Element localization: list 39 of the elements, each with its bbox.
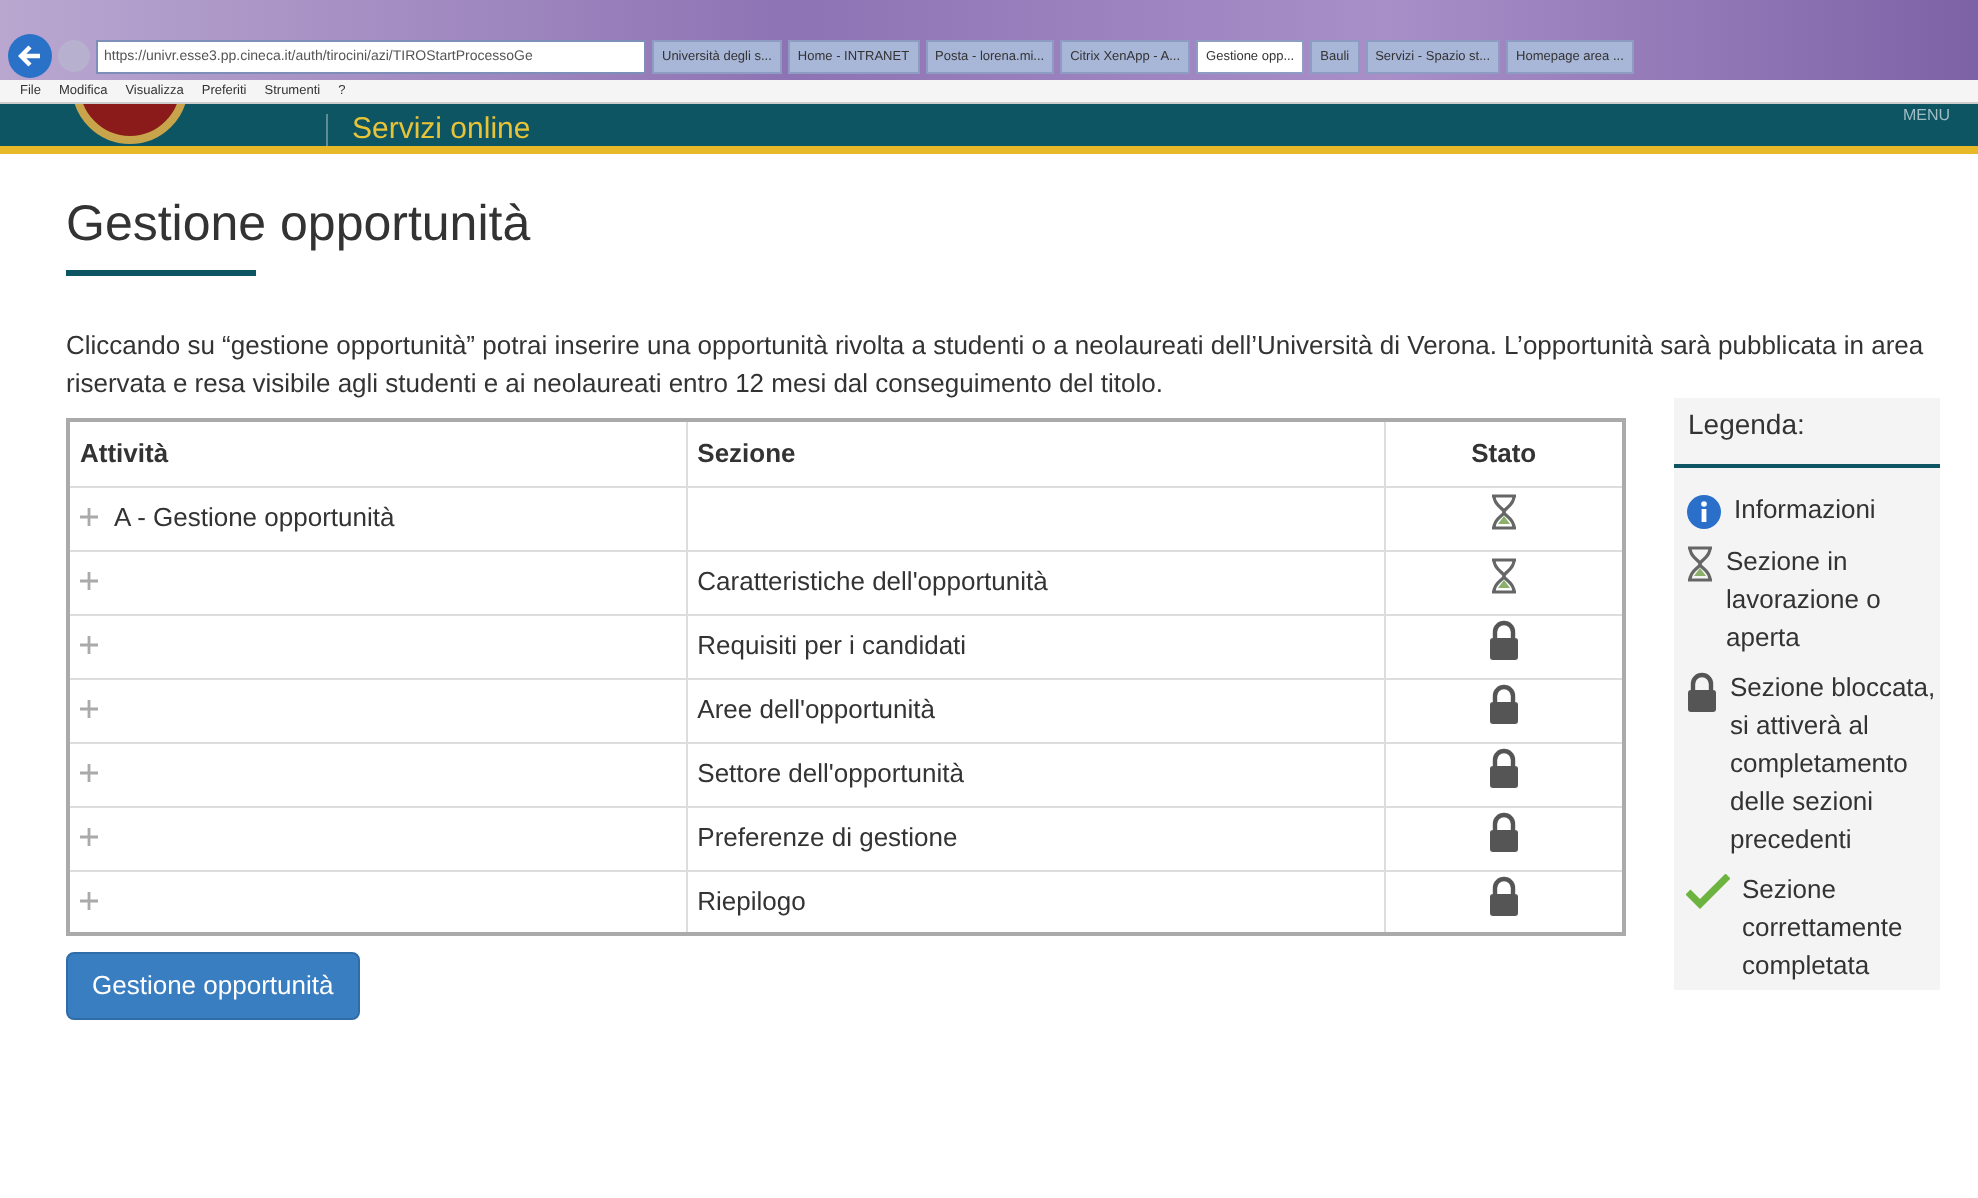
table-cell: Caratteristiche dell'opportunità <box>697 566 1048 597</box>
lock-icon <box>1487 876 1520 916</box>
page-title: Gestione opportunità <box>66 194 533 254</box>
hourglass-icon <box>1489 558 1518 595</box>
table-cell: Requisiti per i candidati <box>697 630 967 661</box>
table-cell: Preferenze di gestione <box>697 822 958 853</box>
plus-icon[interactable] <box>80 764 98 783</box>
menu-link[interactable]: MENU <box>1902 104 1950 128</box>
plus-icon[interactable] <box>80 508 98 527</box>
intro-text: Cliccando su “gestione opportunità” potrai inserire una opportunità rivolta a studenti o a neolaureati dell’Università di Verona. L’opportunità sarà pubblicata in area riservata e resa visibile agli studenti e ai neolaureati entro 12 mesi dal conseguimento del titolo. <box>66 328 1926 402</box>
legend-text: Sezione in lavorazione o aperta <box>1726 544 1883 656</box>
table-cell: Settore dell'opportunità <box>697 758 964 789</box>
table-cell: A - Gestione opportunità <box>114 502 395 533</box>
legend-title: Legenda: <box>1674 404 1940 468</box>
table-cell: Riepilogo <box>697 886 806 916</box>
site-subtitle: Servizi online <box>326 114 531 146</box>
info-icon <box>1686 494 1722 530</box>
hourglass-icon <box>1489 494 1518 531</box>
lock-icon <box>1487 620 1520 661</box>
plus-icon[interactable] <box>80 572 98 591</box>
lock-icon <box>1487 812 1520 853</box>
column-header: Attività <box>68 420 687 486</box>
hourglass-icon <box>1686 546 1714 582</box>
arrow-icon <box>18 44 42 68</box>
lock-icon <box>1686 672 1718 712</box>
lock-icon <box>1487 748 1520 789</box>
plus-icon[interactable] <box>80 636 98 655</box>
plus-icon[interactable] <box>80 892 98 910</box>
legend-text: Informazioni <box>1734 492 1876 528</box>
check-icon <box>1686 874 1730 910</box>
primary-button[interactable]: Gestione opportunità <box>66 952 360 1019</box>
column-header: Sezione <box>686 420 1385 486</box>
back-button[interactable] <box>8 34 52 78</box>
legend-text: Sezione correttamente completata <box>1742 872 1905 984</box>
legend-text: Sezione bloccata, si attiverà al completamento delle sezioni precedenti <box>1730 670 1938 858</box>
lock-icon <box>1487 684 1520 725</box>
table-cell: Aree dell'opportunità <box>697 694 935 725</box>
plus-icon[interactable] <box>80 700 98 719</box>
plus-icon[interactable] <box>80 828 98 847</box>
